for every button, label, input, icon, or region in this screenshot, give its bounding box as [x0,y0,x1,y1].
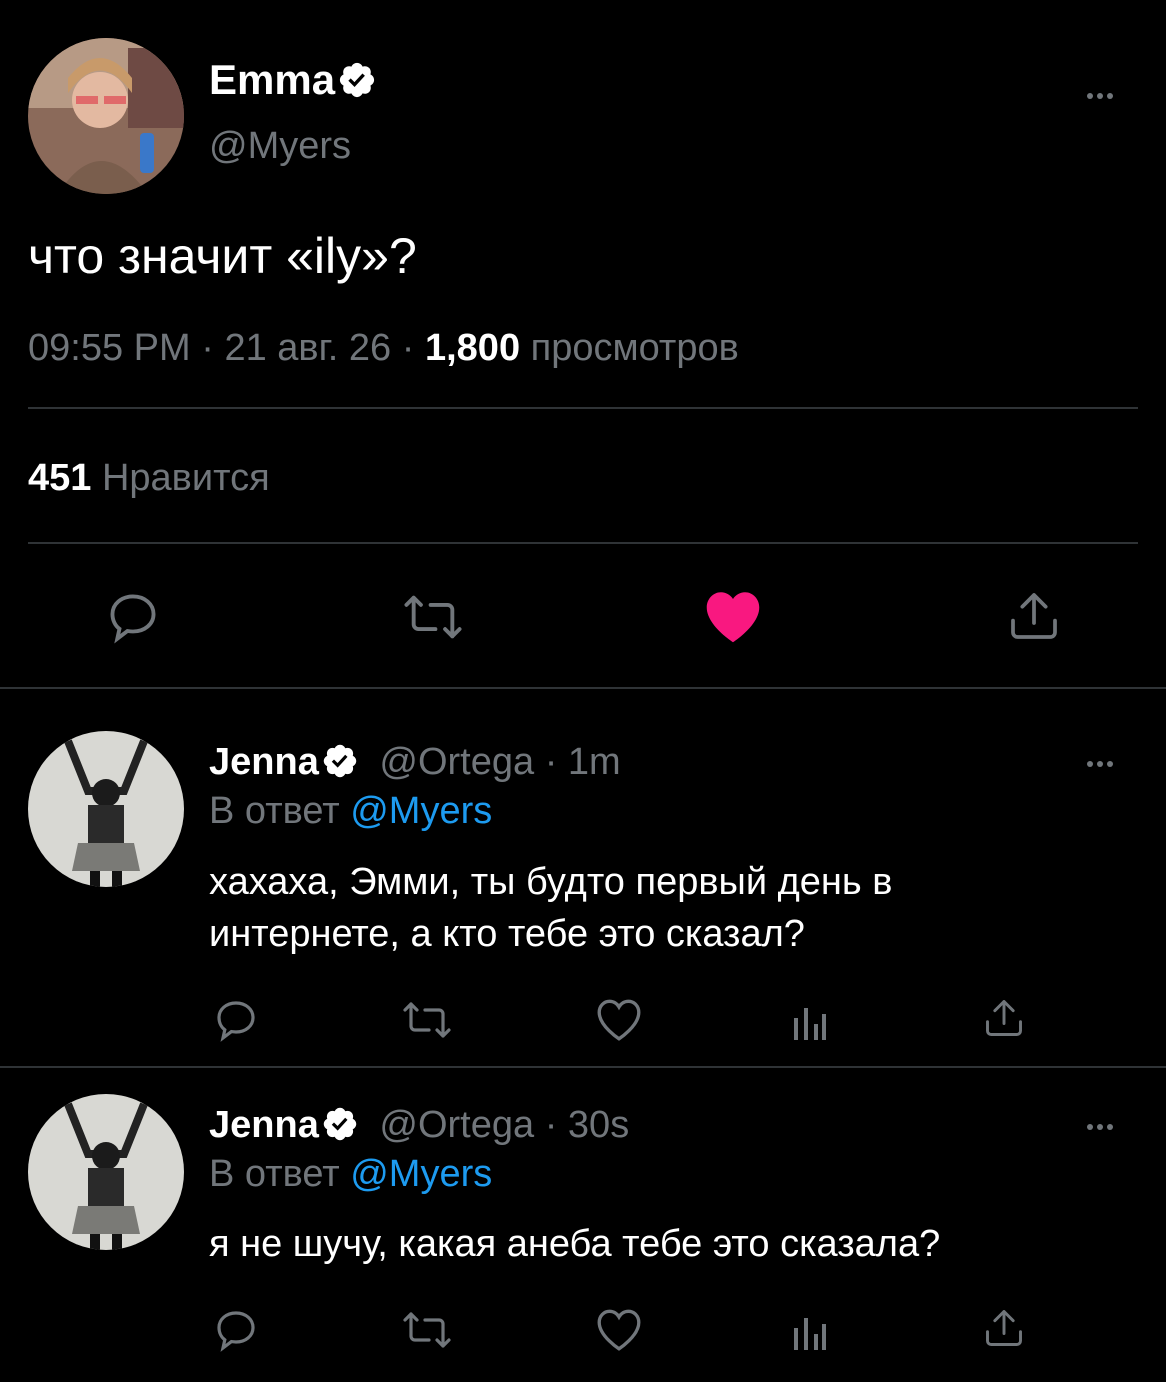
reply-text-line: интернете, а кто тебе это сказал? [209,913,805,955]
reply-to-line: В ответ @Myers [209,788,492,834]
likes-stat[interactable]: 451 Нравится [28,456,270,500]
divider [0,1066,1166,1068]
divider [0,687,1166,689]
reply-text-line: я не шучу, какая анеба тебе это сказала? [209,1223,941,1265]
avatar-jenna[interactable] [28,1094,184,1250]
reply-separator: · [544,741,558,783]
reply-text-line: хахаха, Эмми, ты будто первый день в [209,861,893,903]
more-dots-icon[interactable] [1087,86,1127,99]
views-label: просмотров [530,327,739,369]
share-upload-icon[interactable] [982,1306,1026,1350]
verified-badge-icon [321,742,359,780]
reply-to-label: В ответ [209,1153,340,1195]
bar-chart-icon[interactable] [790,1000,830,1042]
divider [28,407,1138,409]
reply-icon[interactable] [212,1306,260,1354]
avatar-jenna[interactable] [28,731,184,887]
share-upload-icon[interactable] [1006,588,1062,644]
reply-separator: · [544,1104,558,1146]
tweet-time[interactable]: 09:55 PM [28,327,191,369]
reply-text: хахаха, Эмми, ты будто первый день в инт… [209,856,892,960]
reply-to-label: В ответ [209,790,340,832]
reply-handle[interactable]: @Ortega [379,1104,534,1146]
tweet-text: что значит «ily»? [28,228,417,284]
retweet-icon[interactable] [400,996,454,1044]
reply-icon[interactable] [104,588,162,646]
heart-icon[interactable] [594,1306,644,1352]
more-dots-icon[interactable] [1087,754,1127,767]
reply-handle[interactable]: @Ortega [379,741,534,783]
reply-to-handle[interactable]: @Myers [350,790,492,832]
reply-text: я не шучу, какая анеба тебе это сказала? [209,1218,940,1270]
reply-to-handle[interactable]: @Myers [350,1153,492,1195]
bar-chart-icon[interactable] [790,1310,830,1352]
retweet-icon[interactable] [400,588,466,646]
meta-separator: · [201,327,214,369]
author-handle[interactable]: @Myers [209,124,351,168]
heart-icon[interactable] [594,996,644,1042]
meta-separator: · [401,327,415,369]
likes-count: 451 [28,457,92,499]
author-display-name[interactable]: Emma [209,56,335,103]
reply-to-line: В ответ @Myers [209,1151,492,1197]
views-count: 1,800 [424,327,521,369]
retweet-icon[interactable] [400,1306,454,1354]
verified-badge-icon [321,1105,359,1143]
verified-badge-icon [337,60,377,100]
reply-header: Jenna @Ortega · 1m [209,738,621,786]
tweet-meta: 09:55 PM · 21 авг. 26 · 1,800 просмотров [28,326,739,370]
reply-time[interactable]: 30s [568,1104,629,1146]
tweet-date[interactable]: 21 авг. 26 [224,327,391,369]
reply-time[interactable]: 1m [568,741,621,783]
reply-icon[interactable] [212,996,260,1044]
share-upload-icon[interactable] [982,996,1026,1040]
likes-label: Нравится [101,457,270,499]
reply-display-name[interactable]: Jenna [209,1104,319,1146]
avatar-emma[interactable] [28,38,184,194]
heart-icon[interactable] [703,588,763,644]
more-dots-icon[interactable] [1087,1117,1127,1130]
reply-header: Jenna @Ortega · 30s [209,1101,629,1149]
reply-display-name[interactable]: Jenna [209,741,319,783]
author-name-row: Emma [209,56,377,104]
divider [28,542,1138,544]
